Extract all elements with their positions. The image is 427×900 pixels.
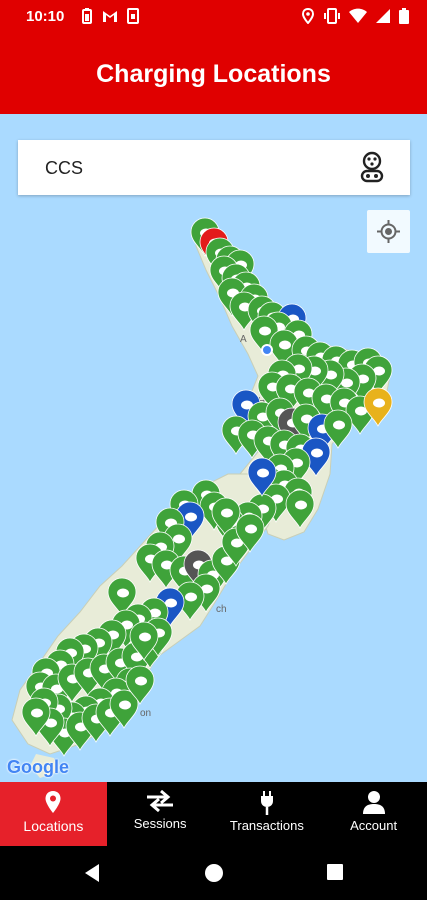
app-bar: Charging Locations	[0, 34, 427, 114]
connector-filter-field[interactable]	[18, 140, 410, 195]
swap-arrows-icon	[147, 790, 174, 812]
signal-icon	[376, 9, 390, 23]
sim-icon	[127, 8, 139, 24]
status-bar: 10:10	[0, 0, 427, 34]
map-pin-icon	[45, 791, 61, 813]
map-view[interactable]: A H ch on	[0, 114, 427, 782]
page-title: Charging Locations	[96, 60, 331, 88]
nav-sessions-label: Sessions	[133, 816, 187, 831]
bottom-nav: Locations Sessions Transactions Account	[0, 782, 427, 846]
gmail-icon	[103, 11, 117, 22]
plug-icon	[260, 791, 273, 815]
battery-icon	[399, 8, 409, 24]
map-label-auckland: A	[240, 334, 247, 345]
vibrate-icon	[324, 8, 340, 24]
nav-locations[interactable]: Locations	[0, 782, 107, 846]
system-nav-bar	[0, 846, 427, 900]
back-icon[interactable]	[83, 863, 101, 883]
nav-sessions[interactable]: Sessions	[107, 782, 214, 846]
my-location-icon	[377, 220, 400, 243]
user-location-dot	[261, 344, 273, 356]
ccs-connector-icon[interactable]	[358, 151, 386, 183]
nav-account[interactable]: Account	[320, 782, 427, 846]
battery-saver-icon	[82, 8, 92, 24]
status-right-icons	[301, 8, 409, 24]
map-label-christchurch: ch	[216, 604, 227, 615]
home-icon[interactable]	[204, 863, 224, 883]
nav-transactions-label: Transactions	[229, 818, 304, 833]
map-label-dunedin: on	[140, 708, 151, 719]
status-left-icons	[80, 8, 140, 24]
status-time: 10:10	[26, 8, 65, 25]
person-icon	[362, 791, 385, 814]
google-attribution: Google	[7, 757, 69, 778]
location-icon	[301, 8, 315, 24]
connector-filter-input[interactable]	[45, 158, 345, 179]
nav-transactions[interactable]: Transactions	[214, 782, 321, 846]
wifi-icon	[349, 8, 367, 23]
google-logo-text: Google	[7, 757, 69, 777]
map-canvas[interactable]: A H ch on	[0, 114, 427, 782]
nav-locations-label: Locations	[23, 818, 84, 834]
charger-markers[interactable]	[21, 217, 393, 757]
recents-icon[interactable]	[326, 863, 344, 881]
my-location-button[interactable]	[367, 210, 410, 253]
nav-account-label: Account	[350, 818, 398, 833]
